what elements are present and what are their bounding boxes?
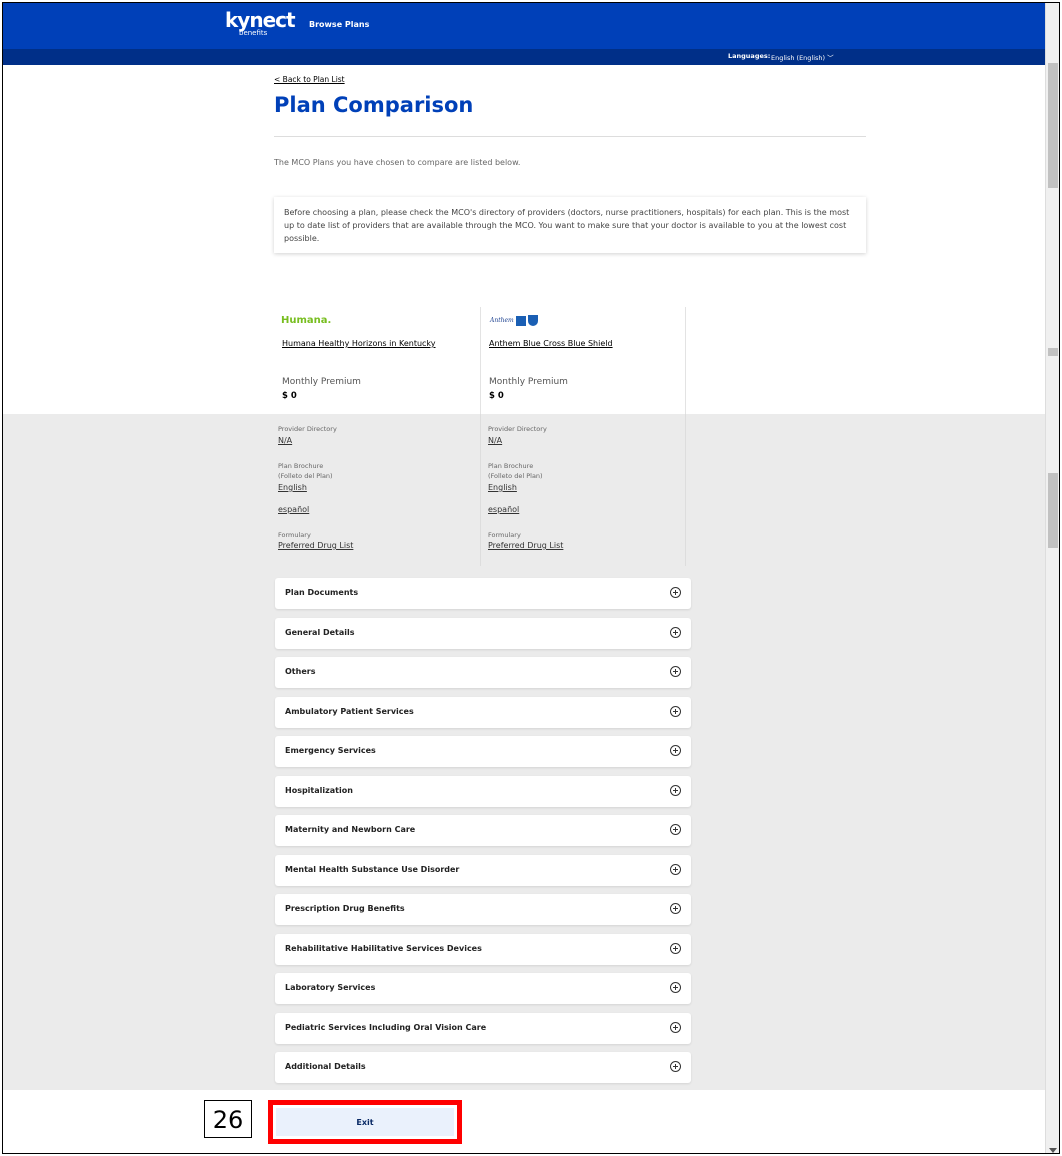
step-number-callout: 26 — [204, 1100, 252, 1138]
brochure-spanish-link[interactable]: español — [488, 505, 519, 514]
plan-documents-anthem: Provider Directory N/A Plan Brochure (Fo… — [480, 414, 686, 566]
blue-shield-icon — [527, 315, 538, 326]
plan-brochure-sublabel: (Folleto del Plan) — [278, 472, 333, 480]
accordion-label: Maternity and Newborn Care — [285, 825, 416, 834]
monthly-premium-value: $ 0 — [489, 391, 504, 401]
accordion-ambulatory-patient-services[interactable]: Ambulatory Patient Services — [275, 697, 691, 728]
intro-text: The MCO Plans you have chosen to compare… — [274, 158, 521, 167]
accordion-additional-details[interactable]: Additional Details — [275, 1052, 691, 1083]
accordion-maternity-newborn-care[interactable]: Maternity and Newborn Care — [275, 815, 691, 846]
preferred-drug-list-link[interactable]: Preferred Drug List — [278, 541, 353, 550]
monthly-premium-value: $ 0 — [282, 391, 297, 401]
chevron-down-icon: ﹀ — [827, 54, 834, 62]
monthly-premium-label: Monthly Premium — [489, 377, 568, 387]
title-divider — [274, 136, 866, 137]
language-label: Languages: — [728, 52, 771, 60]
expand-plus-icon[interactable] — [670, 903, 681, 914]
accordion-others[interactable]: Others — [275, 657, 691, 688]
plan-brochure-label: Plan Brochure — [488, 462, 534, 470]
accordion-label: Pediatric Services Including Oral Vision… — [285, 1023, 487, 1032]
expand-plus-icon[interactable] — [670, 943, 681, 954]
language-select-value: English (English) — [771, 54, 826, 62]
exit-highlight-box: Exit — [268, 1100, 462, 1144]
accordion-plan-documents[interactable]: Plan Documents — [275, 578, 691, 609]
accordion-label: Hospitalization — [285, 786, 353, 795]
accordion-label: Additional Details — [285, 1062, 366, 1071]
browser-viewport: kynect benefits Browse Plans Languages: … — [2, 2, 1060, 1154]
accordion-label: Prescription Drug Benefits — [285, 904, 405, 913]
expand-plus-icon[interactable] — [670, 1022, 681, 1033]
logo-brand-text: kynect — [225, 8, 296, 32]
vertical-scrollbar[interactable] — [1045, 3, 1059, 1153]
plan-card-anthem: Anthem Anthem Blue Cross Blue Shield Mon… — [480, 307, 686, 415]
accordion-hospitalization[interactable]: Hospitalization — [275, 776, 691, 807]
language-select[interactable]: English (English) ﹀ — [771, 52, 834, 62]
expand-plus-icon[interactable] — [670, 824, 681, 835]
expand-plus-icon[interactable] — [670, 627, 681, 638]
accordion-label: Rehabilitative Habilitative Services Dev… — [285, 944, 482, 953]
accordion-pediatric-services[interactable]: Pediatric Services Including Oral Vision… — [275, 1013, 691, 1044]
page-title: Plan Comparison — [274, 93, 474, 117]
accordion-label: Emergency Services — [285, 746, 376, 755]
back-to-plan-list-link[interactable]: < Back to Plan List — [274, 75, 345, 84]
expand-plus-icon[interactable] — [670, 785, 681, 796]
plan-name-link[interactable]: Humana Healthy Horizons in Kentucky — [282, 339, 436, 348]
accordion-label: Plan Documents — [285, 588, 359, 597]
accordion-mental-health[interactable]: Mental Health Substance Use Disorder — [275, 855, 691, 886]
logo-sub-text: benefits — [239, 29, 268, 37]
scroll-down-arrow-icon[interactable] — [1049, 1148, 1057, 1153]
provider-directory-label: Provider Directory — [278, 425, 337, 433]
expand-plus-icon[interactable] — [670, 982, 681, 993]
accordion-label: Laboratory Services — [285, 983, 376, 992]
accordion-prescription-drug-benefits[interactable]: Prescription Drug Benefits — [275, 894, 691, 925]
expand-plus-icon[interactable] — [670, 666, 681, 677]
blue-cross-icon — [515, 315, 526, 326]
provider-notice-box: Before choosing a plan, please check the… — [274, 197, 866, 253]
monthly-premium-label: Monthly Premium — [282, 377, 361, 387]
expand-plus-icon[interactable] — [670, 1061, 681, 1072]
accordion-general-details[interactable]: General Details — [275, 618, 691, 649]
top-navigation-bar: kynect benefits Browse Plans — [3, 3, 1047, 49]
brochure-english-link[interactable]: English — [278, 483, 307, 492]
accordion-emergency-services[interactable]: Emergency Services — [275, 736, 691, 767]
accordion-label: Ambulatory Patient Services — [285, 707, 414, 716]
accordion-laboratory-services[interactable]: Laboratory Services — [275, 973, 691, 1004]
formulary-label: Formulary — [278, 531, 311, 539]
kynect-logo[interactable]: kynect benefits — [225, 8, 296, 37]
accordion-label: Mental Health Substance Use Disorder — [285, 865, 460, 874]
scrollbar-thumb-secondary[interactable] — [1048, 473, 1058, 548]
preferred-drug-list-link[interactable]: Preferred Drug List — [488, 541, 563, 550]
expand-plus-icon[interactable] — [670, 864, 681, 875]
plan-brochure-label: Plan Brochure — [278, 462, 324, 470]
expand-plus-icon[interactable] — [670, 745, 681, 756]
provider-directory-link[interactable]: N/A — [278, 436, 292, 445]
formulary-label: Formulary — [488, 531, 521, 539]
expand-plus-icon[interactable] — [670, 587, 681, 598]
brochure-spanish-link[interactable]: español — [278, 505, 309, 514]
provider-directory-link[interactable]: N/A — [488, 436, 502, 445]
provider-directory-label: Provider Directory — [488, 425, 547, 433]
humana-logo: Humana. — [281, 315, 332, 326]
scrollbar-thumb[interactable] — [1048, 63, 1058, 188]
browse-plans-link[interactable]: Browse Plans — [309, 20, 369, 29]
brochure-english-link[interactable]: English — [488, 483, 517, 492]
accordion-rehabilitative-services[interactable]: Rehabilitative Habilitative Services Dev… — [275, 934, 691, 965]
anthem-logo: Anthem — [490, 315, 538, 326]
plan-name-link[interactable]: Anthem Blue Cross Blue Shield — [489, 339, 613, 348]
plan-documents-humana: Provider Directory N/A Plan Brochure (Fo… — [271, 414, 477, 566]
plan-brochure-sublabel: (Folleto del Plan) — [488, 472, 543, 480]
exit-button[interactable]: Exit — [276, 1108, 454, 1136]
scrollbar-marker — [1048, 348, 1058, 356]
expand-plus-icon[interactable] — [670, 706, 681, 717]
accordion-label: Others — [285, 667, 316, 676]
plan-card-humana: Humana. Humana Healthy Horizons in Kentu… — [274, 307, 480, 415]
language-bar: Languages: English (English) ﹀ — [3, 49, 1047, 65]
anthem-logo-text: Anthem — [490, 317, 514, 324]
accordion-label: General Details — [285, 628, 355, 637]
